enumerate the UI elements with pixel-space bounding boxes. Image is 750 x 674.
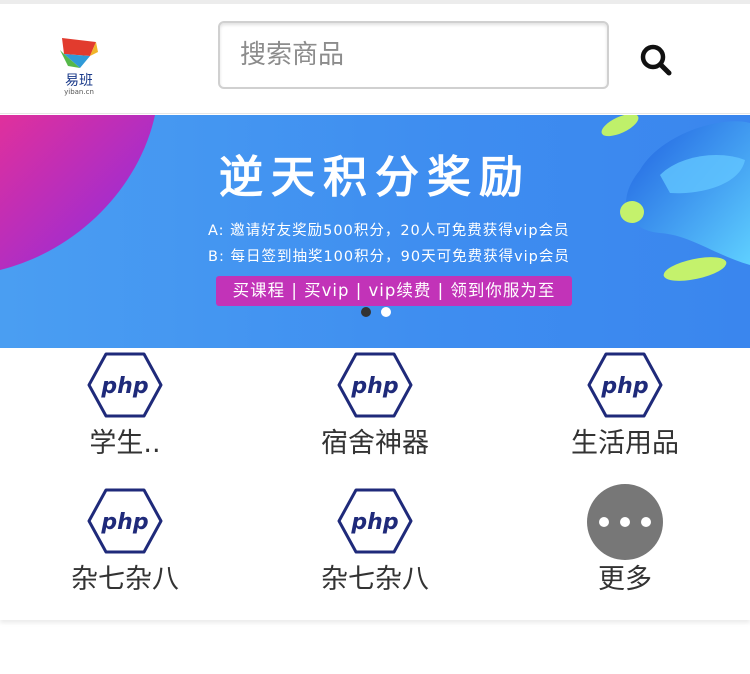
category-item[interactable]: php 杂七杂八 [0,484,250,620]
category-label: 杂七杂八 [71,564,179,595]
category-item[interactable]: php 学生.. [0,348,250,484]
category-label: 杂七杂八 [321,564,429,595]
category-item[interactable]: php 生活用品 [500,348,750,484]
php-hexagon-icon: php [87,352,163,418]
banner-line-a: A: 邀请好友奖励500积分，20人可免费获得vip会员 [208,223,570,239]
php-hexagon-icon: php [587,352,663,418]
category-item[interactable]: php 杂七杂八 [250,484,500,620]
more-label: 更多 [598,564,652,595]
category-grid: php 学生.. php 宿舍神器 php 生活用品 php 杂七杂八 php … [0,348,750,620]
yiban-logo[interactable]: 易班 yiban.cn [56,32,102,98]
more-button[interactable]: 更多 [500,484,750,620]
svg-text:php: php [100,374,148,399]
header-bar: 易班 yiban.cn [0,4,750,114]
category-label: 学生.. [89,428,161,459]
search-button[interactable] [634,38,678,82]
php-hexagon-icon: php [337,352,413,418]
carousel-dot-1[interactable] [361,307,371,317]
category-item[interactable]: php 宿舍神器 [250,348,500,484]
php-hexagon-icon: php [337,488,413,554]
php-hexagon-icon: php [87,488,163,554]
search-icon [640,44,672,76]
logo-subtext: yiban.cn [64,88,94,96]
svg-text:php: php [350,374,398,399]
svg-text:php: php [350,510,398,535]
carousel-dot-2[interactable] [381,307,391,317]
category-label: 生活用品 [571,428,679,459]
search-box[interactable] [218,21,609,89]
category-label: 宿舍神器 [321,428,429,459]
logo-mark-icon [60,38,98,68]
svg-text:php: php [600,374,648,399]
logo-text: 易班 [65,73,93,89]
banner-line-b: B: 每日签到抽奖100积分，90天可免费获得vip会员 [208,249,570,265]
svg-text:php: php [100,510,148,535]
search-input[interactable] [220,23,607,87]
banner-title: 逆天积分奖励 [219,152,531,203]
banner-pill: 买课程 | 买vip | vip续费 | 领到你服为至 [216,276,572,306]
more-dots-icon [587,484,663,560]
